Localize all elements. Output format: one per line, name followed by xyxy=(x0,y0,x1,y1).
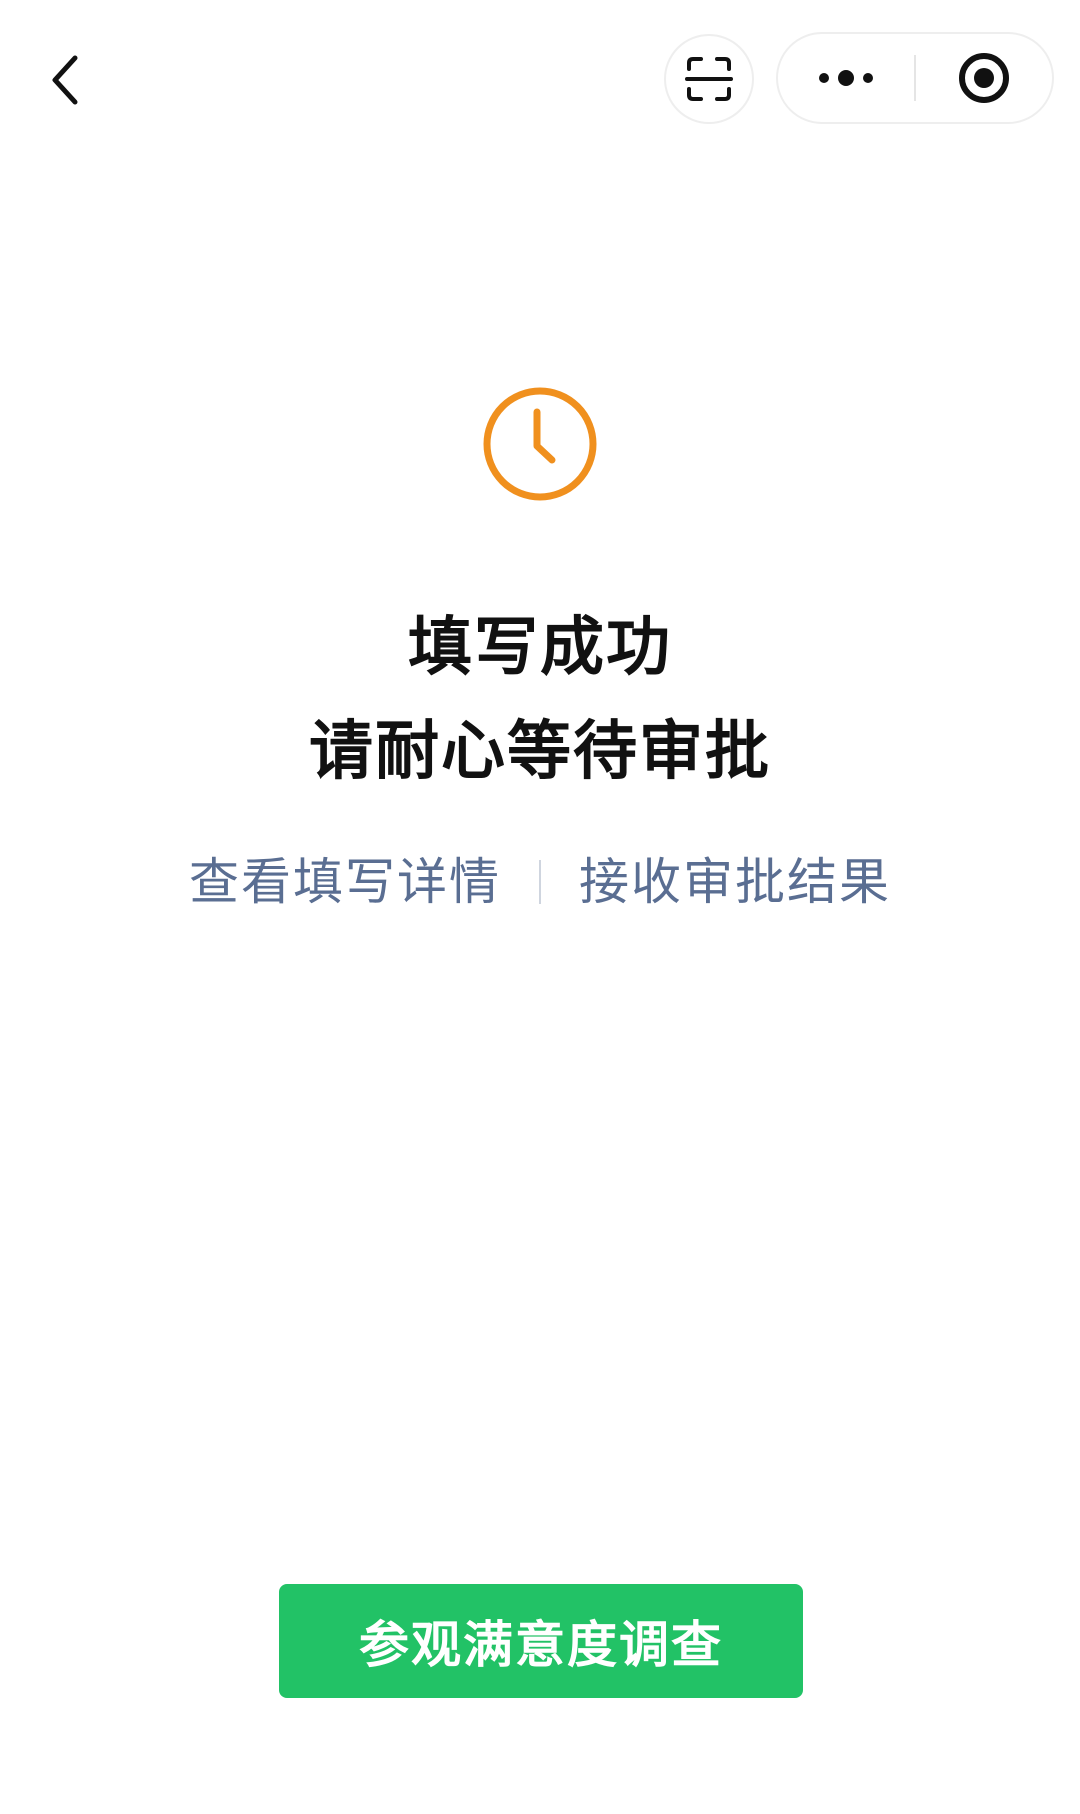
chevron-left-icon xyxy=(52,55,78,105)
close-miniprogram-button[interactable] xyxy=(916,34,1052,122)
back-button[interactable] xyxy=(30,40,100,120)
more-dots-icon xyxy=(819,70,873,86)
more-button[interactable] xyxy=(778,34,914,122)
capsule-menu xyxy=(776,32,1054,124)
receive-result-link[interactable]: 接收审批结果 xyxy=(579,842,891,922)
target-circle-icon xyxy=(959,53,1009,103)
navigation-bar xyxy=(0,0,1080,160)
clock-icon xyxy=(483,387,597,501)
status-title-line1: 填写成功 xyxy=(408,611,672,685)
scan-button[interactable] xyxy=(664,34,754,124)
survey-button[interactable]: 参观满意度调查 xyxy=(279,1584,803,1698)
action-links: 查看填写详情 接收审批结果 xyxy=(0,842,1080,922)
view-details-link[interactable]: 查看填写详情 xyxy=(189,842,501,922)
status-title-line2: 请耐心等待审批 xyxy=(309,715,771,789)
link-divider xyxy=(539,860,541,904)
scan-frame-icon xyxy=(685,57,733,101)
